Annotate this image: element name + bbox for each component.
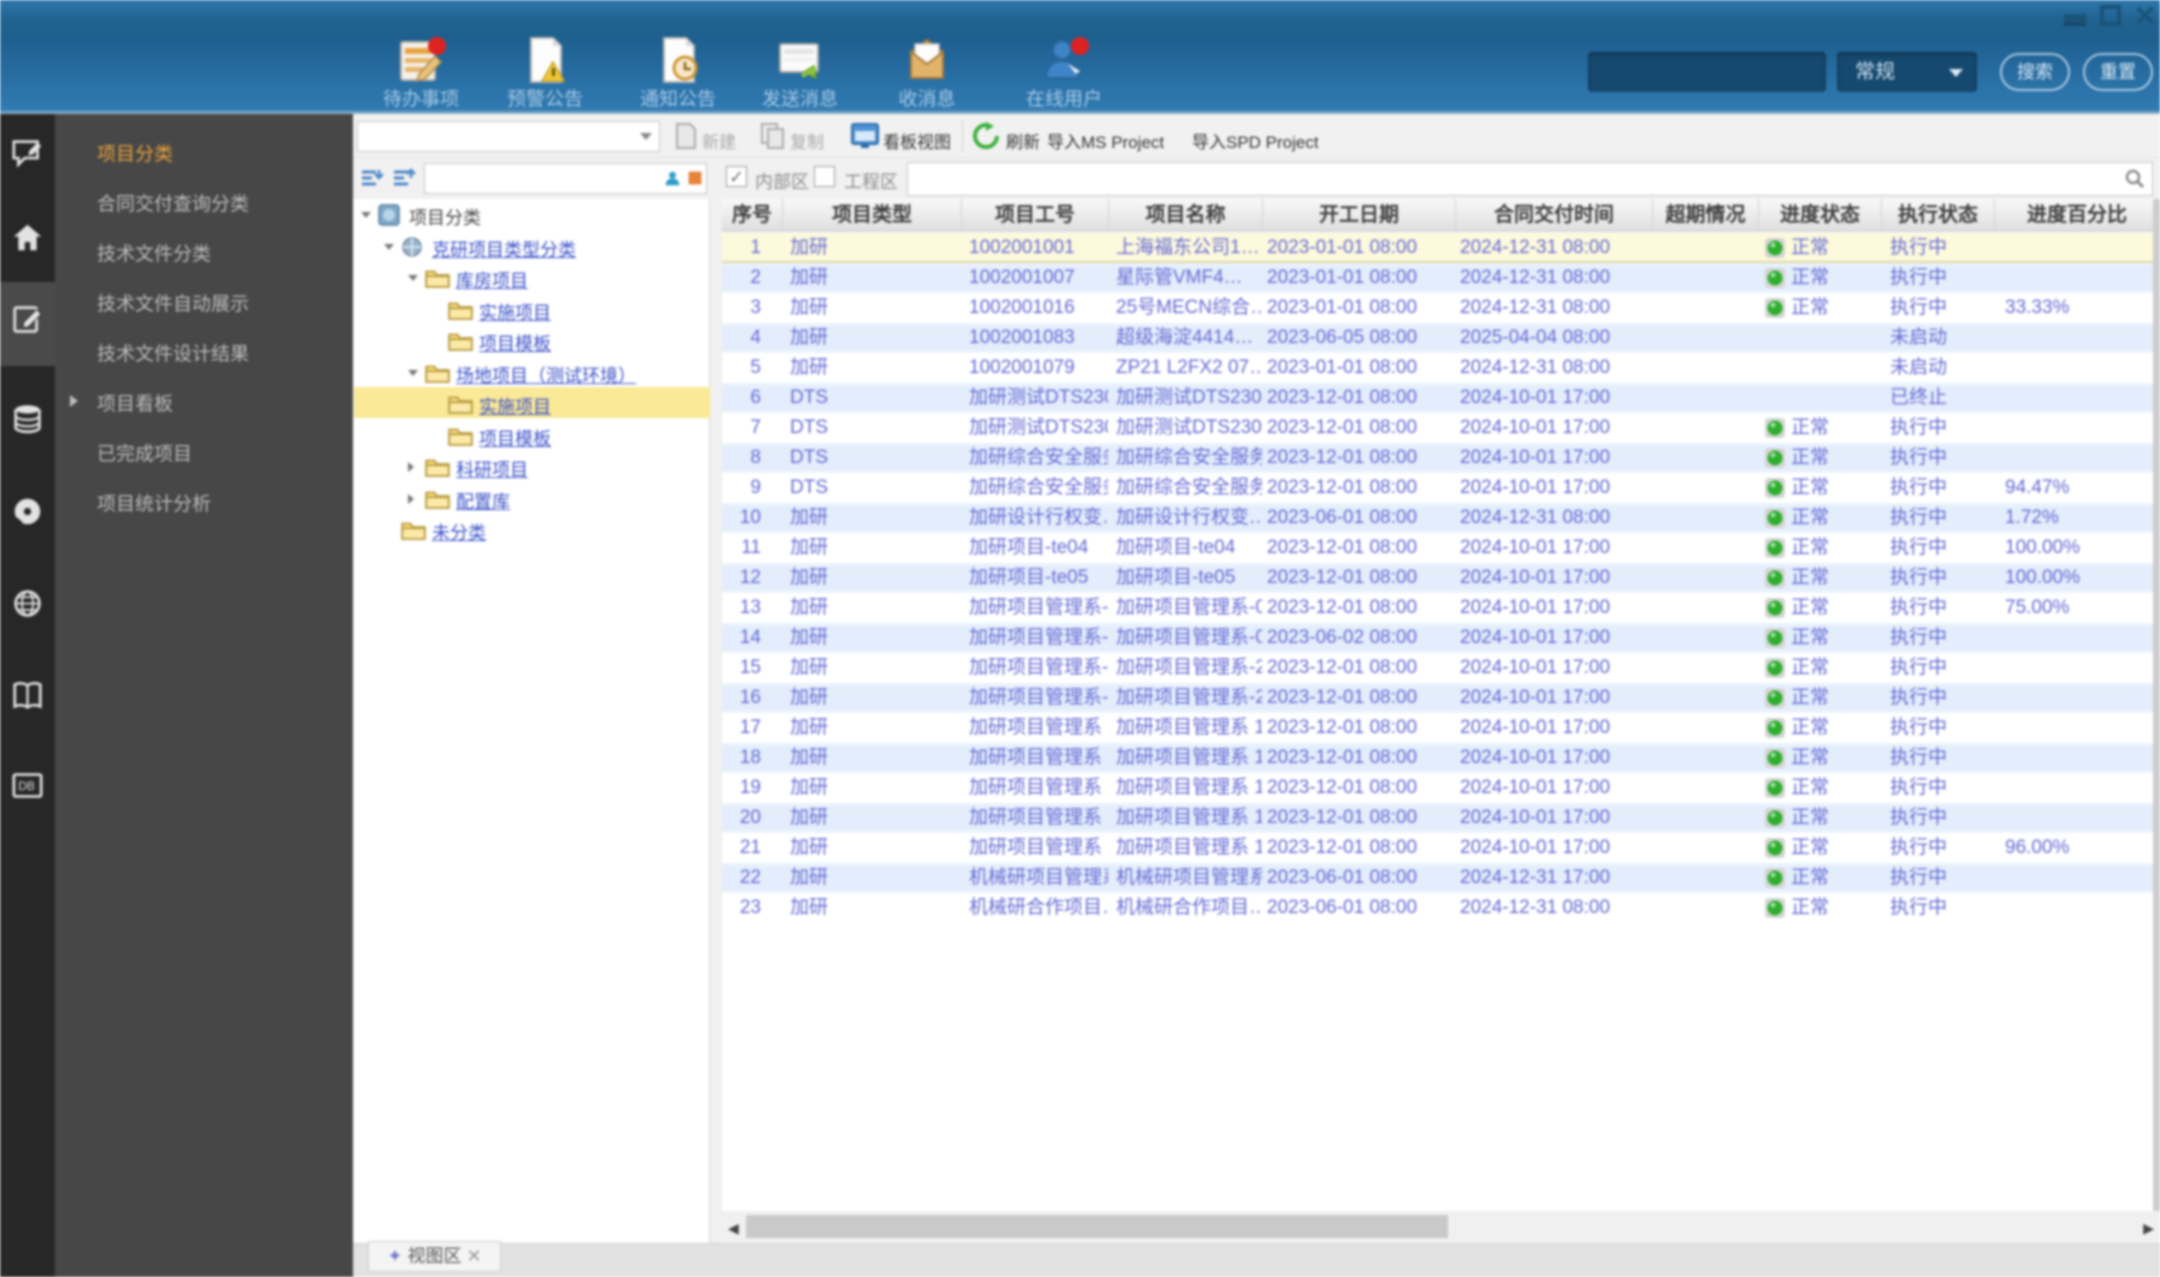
svg-text:DB: DB <box>18 779 35 793</box>
